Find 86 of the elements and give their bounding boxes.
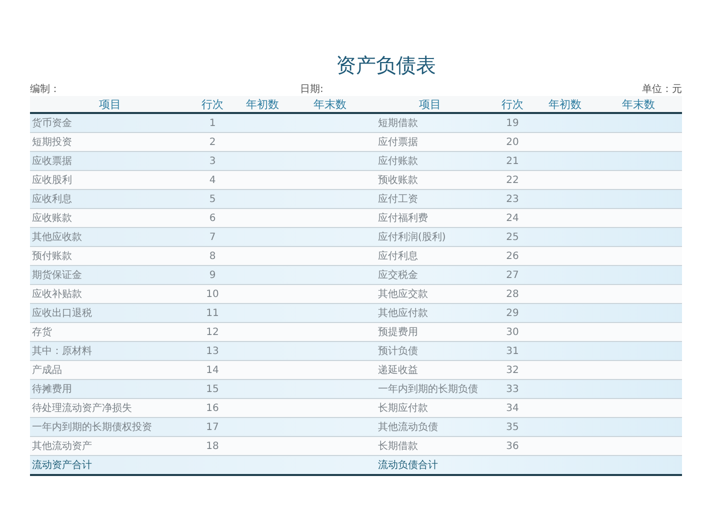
table-cell: 长期应付款 [378, 403, 428, 414]
table-cell: 应收票据 [32, 156, 72, 167]
table-cell: 1 [209, 118, 216, 128]
table-cell: 应付票据 [378, 137, 418, 148]
table-cell: 短期投资 [32, 137, 72, 148]
table-cell: 短期借款 [378, 118, 418, 129]
table-cell: 应付利息 [378, 251, 418, 262]
table-cell: 7 [209, 232, 216, 242]
table-cell: 应收利息 [32, 194, 72, 205]
table-cell: 期货保证金 [32, 270, 82, 281]
table-cell: 2 [209, 136, 216, 148]
table-cell: 33 [506, 384, 519, 394]
table-cell: 预付账款 [32, 251, 72, 262]
table-cell: 产成品 [32, 365, 62, 376]
table-cell: 17 [206, 422, 219, 432]
table-cell: 4 [209, 174, 216, 186]
table-cell: 应交税金 [378, 270, 418, 281]
table-cell: 长期借款 [378, 441, 418, 452]
table-cell: 13 [206, 346, 219, 356]
column-header: 年末数 [621, 96, 656, 112]
table-cell: 35 [506, 422, 519, 432]
table-cell: 预提费用 [378, 327, 418, 338]
table-cell: 11 [206, 308, 219, 318]
table-cell: 应收出口退税 [32, 308, 92, 319]
table-cell: 18 [206, 440, 219, 452]
table-cell: 19 [506, 118, 519, 128]
table-cell: 23 [506, 194, 519, 204]
column-header: 行次 [200, 96, 224, 112]
table-cell: 流动资产合计 [32, 460, 92, 471]
table-cell: 3 [209, 156, 216, 166]
table-cell: 一年内到期的长期债权投资 [32, 422, 152, 433]
unit-label: 单位：元 [642, 82, 682, 96]
table-cell: 26 [506, 250, 519, 262]
table-cell: 20 [506, 136, 519, 148]
table-cell: 24 [506, 212, 519, 224]
table-cell: 32 [506, 364, 519, 376]
table-cell: 应付利润(股利) [378, 232, 446, 243]
table-cell: 6 [209, 212, 216, 224]
table-cell: 10 [206, 288, 219, 300]
table-cell: 一年内到期的长期负债 [378, 384, 478, 395]
table-cell: 16 [206, 402, 219, 414]
table-cell: 14 [206, 364, 219, 376]
table-cell: 8 [209, 250, 216, 262]
table-cell: 27 [506, 270, 519, 280]
table-cell: 应付账款 [378, 156, 418, 167]
sheet-title: 资产负债表 [336, 53, 436, 77]
table-cell: 预计负债 [378, 346, 418, 357]
table-cell: 递延收益 [378, 365, 418, 376]
table-cell: 应收补贴款 [32, 289, 82, 300]
table-cell: 31 [506, 346, 519, 356]
table-cell: 待摊费用 [32, 384, 72, 395]
table-cell: 25 [506, 232, 519, 242]
table-cell: 21 [506, 156, 519, 166]
column-header: 年初数 [245, 96, 280, 112]
table-cell: 待处理流动资产净损失 [32, 403, 132, 414]
table-cell: 货币资金 [32, 118, 72, 129]
table-cell: 其他应收款 [32, 232, 82, 243]
table-cell: 15 [206, 384, 219, 394]
column-header: 项目 [418, 96, 442, 112]
table-cell: 其他应交款 [378, 289, 428, 300]
table-cell: 应付福利费 [378, 213, 428, 224]
table-cell: 存货 [32, 327, 52, 338]
table-cell: 36 [506, 440, 519, 452]
column-header: 年初数 [548, 96, 582, 112]
table-cell: 流动负债合计 [378, 460, 438, 471]
table-cell: 其他流动资产 [32, 441, 92, 452]
table-cell: 22 [506, 174, 519, 186]
table-cell: 预收账款 [378, 175, 418, 186]
table-cell: 其他应付款 [378, 308, 428, 319]
table-cell: 9 [209, 270, 216, 280]
table-cell: 应付工资 [378, 194, 418, 205]
table-cell: 34 [506, 402, 519, 414]
column-header: 项目 [98, 96, 122, 112]
table-cell: 其中：原材料 [32, 346, 92, 357]
date-label: 日期: [300, 82, 324, 96]
table-cell: 应收股利 [32, 175, 72, 186]
table-cell: 应收账款 [32, 213, 72, 224]
table-cell: 5 [209, 194, 216, 204]
table-cell: 29 [506, 308, 519, 318]
prepared-by-label: 编制： [30, 82, 61, 96]
column-header: 行次 [500, 96, 524, 112]
table-cell: 30 [506, 326, 519, 338]
table-cell: 12 [206, 326, 219, 338]
column-header: 年末数 [312, 96, 348, 112]
table-cell: 28 [506, 288, 519, 300]
table-cell: 其他流动负债 [378, 422, 438, 433]
